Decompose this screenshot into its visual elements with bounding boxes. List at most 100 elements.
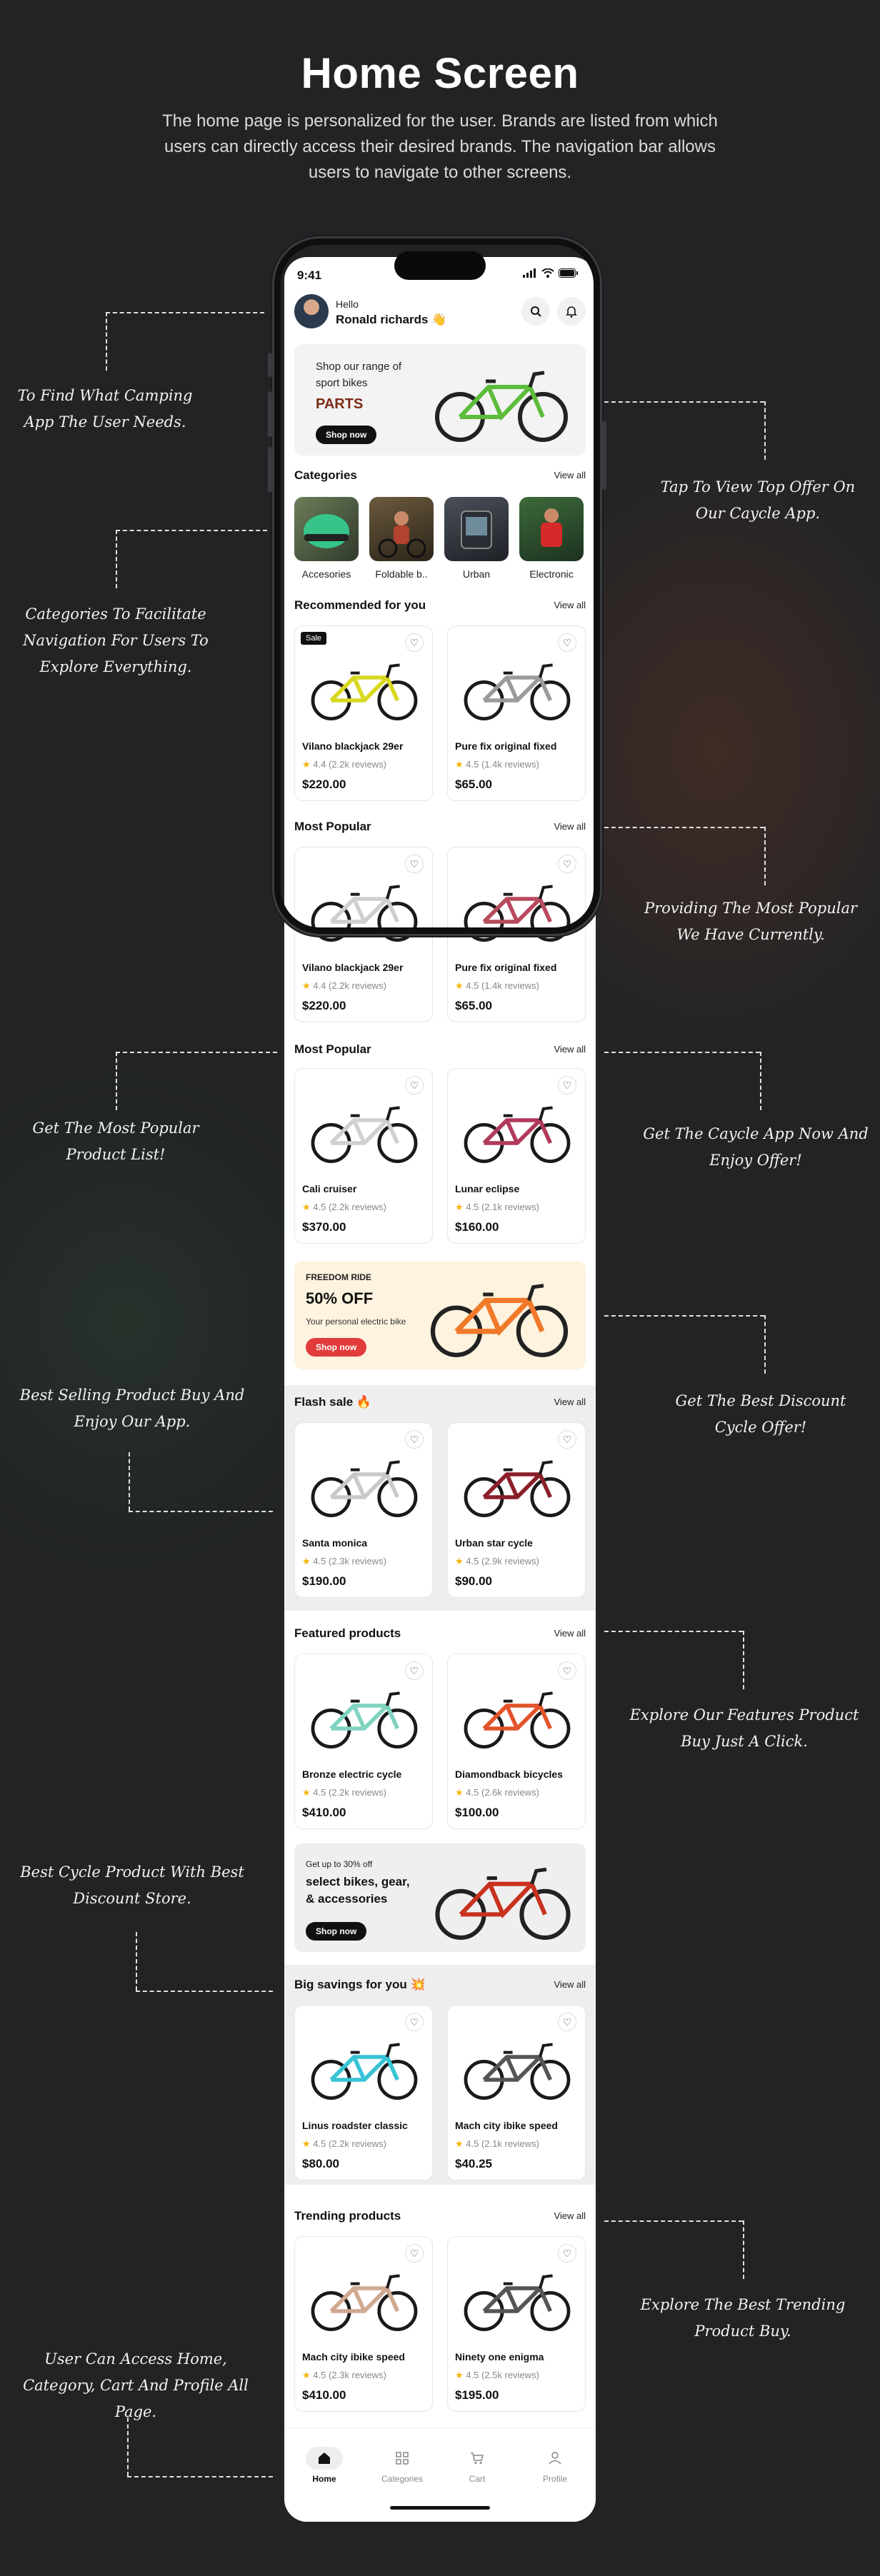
product-card[interactable]: ♡ Bronze electric cycle ★ 4.5 (2.2k review… bbox=[294, 1654, 433, 1829]
page-title: Home Screen bbox=[301, 49, 579, 97]
product-card[interactable]: ♡ Pure fix original fixed ★ 4.5 (1.4k revi… bbox=[447, 847, 586, 1022]
view-all-most-popular[interactable]: View all bbox=[554, 821, 586, 832]
product-rating: ★ 4.5 (2.2k reviews) bbox=[302, 1202, 386, 1213]
nav-label: Cart bbox=[469, 2474, 486, 2484]
review-count: (1.4k reviews) bbox=[481, 759, 539, 770]
nav-profile[interactable]: Profile bbox=[530, 2447, 580, 2484]
favorite-heart-icon[interactable]: ♡ bbox=[558, 855, 576, 873]
product-card[interactable]: ♡ Mach city ibike speed ★ 4.5 (2.1k review… bbox=[447, 2005, 586, 2180]
favorite-heart-icon[interactable]: ♡ bbox=[558, 1430, 576, 1449]
favorite-heart-icon[interactable]: ♡ bbox=[558, 633, 576, 652]
nav-home[interactable]: Home bbox=[299, 2447, 349, 2484]
star-icon: ★ bbox=[302, 2370, 314, 2380]
rating-value: 4.5 bbox=[466, 2138, 479, 2149]
product-rating: ★ 4.5 (2.3k reviews) bbox=[302, 2370, 386, 2381]
rating-value: 4.5 bbox=[313, 2370, 326, 2380]
favorite-heart-icon[interactable]: ♡ bbox=[405, 1076, 424, 1095]
category-item[interactable]: Foldable b.. bbox=[369, 497, 434, 580]
product-name: Diamondback bicycles bbox=[455, 1769, 563, 1780]
product-card[interactable]: ♡ Ninety one enigma ★ 4.5 (2.5k reviews) $1… bbox=[447, 2236, 586, 2412]
view-all-featured[interactable]: View all bbox=[554, 1628, 586, 1639]
category-item[interactable]: Urban bbox=[444, 497, 509, 580]
product-rating: ★ 4.4 (2.2k reviews) bbox=[302, 759, 386, 770]
star-icon: ★ bbox=[455, 759, 466, 770]
product-card[interactable]: ♡ Pure fix original fixed ★ 4.5 (1.4k revi… bbox=[447, 625, 586, 801]
avatar[interactable] bbox=[294, 294, 329, 328]
favorite-heart-icon[interactable]: ♡ bbox=[405, 2013, 424, 2031]
promo-banner-parts[interactable]: Shop our range of sport bikes PARTS Shop… bbox=[294, 344, 586, 456]
shop-now-button-red[interactable]: Shop now bbox=[306, 1338, 367, 1357]
user-name: Ronald richards 👋 bbox=[336, 313, 447, 326]
favorite-heart-icon[interactable]: ♡ bbox=[558, 1661, 576, 1680]
review-count: (2.2k reviews) bbox=[328, 1202, 386, 1212]
promo-bike-image bbox=[435, 371, 568, 442]
product-name: Ninety one enigma bbox=[455, 2351, 544, 2363]
greeting-header: Hello Ronald richards 👋 bbox=[294, 291, 586, 331]
nav-cart[interactable]: Cart bbox=[452, 2447, 502, 2484]
annotation-navigation: User Can Access Home, Category, Cart And… bbox=[23, 2350, 249, 2420]
review-count: (2.2k reviews) bbox=[328, 980, 386, 991]
favorite-heart-icon[interactable]: ♡ bbox=[405, 1661, 424, 1680]
category-item[interactable]: Electronic bbox=[519, 497, 584, 580]
notification-button[interactable] bbox=[557, 297, 586, 326]
star-icon: ★ bbox=[302, 980, 314, 991]
favorite-heart-icon[interactable]: ♡ bbox=[558, 2013, 576, 2031]
orange-bike-image bbox=[430, 1284, 569, 1357]
review-count: (2.2k reviews) bbox=[328, 759, 386, 770]
bike-image bbox=[464, 1691, 571, 1749]
wifi-icon bbox=[541, 268, 554, 278]
section-title-featured: Featured products bbox=[294, 1626, 401, 1640]
rating-value: 4.5 bbox=[466, 1202, 479, 1212]
star-icon: ★ bbox=[302, 759, 314, 770]
bike-image bbox=[311, 1106, 418, 1163]
review-count: (2.5k reviews) bbox=[481, 2370, 539, 2380]
favorite-heart-icon[interactable]: ♡ bbox=[405, 1430, 424, 1449]
foldable-bike-image bbox=[378, 511, 426, 558]
home-icon bbox=[319, 2452, 330, 2464]
view-all-categories[interactable]: View all bbox=[554, 470, 586, 481]
category-item[interactable]: Accesories bbox=[294, 497, 359, 580]
product-rating: ★ 4.5 (2.3k reviews) bbox=[302, 1556, 386, 1567]
promo-banner-gear[interactable]: Get up to 30% off select bikes, gear, & … bbox=[294, 1843, 586, 1952]
search-button[interactable] bbox=[521, 297, 550, 326]
shop-now-button[interactable]: Shop now bbox=[306, 1922, 367, 1941]
promo-banner-electric[interactable]: FREEDOM RIDE 50% OFF Your personal elect… bbox=[294, 1261, 586, 1369]
star-icon: ★ bbox=[455, 980, 466, 991]
status-time: 9:41 bbox=[297, 268, 322, 282]
star-icon: ★ bbox=[455, 1202, 466, 1212]
product-card[interactable]: ♡ Lunar eclipse ★ 4.5 (2.1k reviews) $160.0… bbox=[447, 1068, 586, 1244]
view-all-most-popular-2[interactable]: View all bbox=[554, 1044, 586, 1055]
view-all-recommended[interactable]: View all bbox=[554, 600, 586, 610]
promo-eyebrow: FREEDOM RIDE bbox=[306, 1272, 372, 1282]
rating-value: 4.5 bbox=[313, 1202, 326, 1212]
shop-now-button[interactable]: Shop now bbox=[316, 426, 377, 444]
nav-categories[interactable]: Categories bbox=[377, 2447, 427, 2484]
product-card[interactable]: ♡ Santa monica ★ 4.5 (2.3k reviews) $190.00 bbox=[294, 1422, 433, 1598]
product-price: $190.00 bbox=[302, 1574, 346, 1588]
product-name: Pure fix original fixed bbox=[455, 740, 557, 752]
product-card[interactable]: ♡ Vilano blackjack 29er ★ 4.4 (2.2k review… bbox=[294, 847, 433, 1022]
view-all-big-savings[interactable]: View all bbox=[554, 1979, 586, 1990]
product-card[interactable]: Sale ♡ Vilano blackjack 29er ★ 4.4 (2.2k re… bbox=[294, 625, 433, 801]
product-card[interactable]: ♡ Diamondback bicycles ★ 4.5 (2.6k reviews… bbox=[447, 1654, 586, 1829]
annotation-discount: Get The Best Discount Cycle Offer! bbox=[675, 1392, 846, 1436]
bike-image bbox=[311, 2274, 418, 2331]
product-rating: ★ 4.5 (2.6k reviews) bbox=[455, 1787, 539, 1798]
favorite-heart-icon[interactable]: ♡ bbox=[405, 633, 424, 652]
view-all-flash-sale[interactable]: View all bbox=[554, 1397, 586, 1407]
product-price: $410.00 bbox=[302, 2388, 346, 2402]
favorite-heart-icon[interactable]: ♡ bbox=[558, 2244, 576, 2263]
sale-badge: Sale bbox=[301, 632, 327, 645]
favorite-heart-icon[interactable]: ♡ bbox=[405, 855, 424, 873]
product-price: $195.00 bbox=[455, 2388, 499, 2402]
product-card[interactable]: ♡ Urban star cycle ★ 4.5 (2.9k reviews) $90… bbox=[447, 1422, 586, 1598]
favorite-heart-icon[interactable]: ♡ bbox=[558, 1076, 576, 1095]
product-card[interactable]: ♡ Linus roadster classic ★ 4.5 (2.2k revie… bbox=[294, 2005, 433, 2180]
product-card[interactable]: ♡ Mach city ibike speed ★ 4.5 (2.3k review… bbox=[294, 2236, 433, 2412]
section-title-most-popular-2: Most Popular bbox=[294, 1042, 371, 1056]
favorite-heart-icon[interactable]: ♡ bbox=[405, 2244, 424, 2263]
view-all-trending[interactable]: View all bbox=[554, 2210, 586, 2221]
product-rating: ★ 4.5 (1.4k reviews) bbox=[455, 759, 539, 770]
product-card[interactable]: ♡ Cali cruiser ★ 4.5 (2.2k reviews) $370.00 bbox=[294, 1068, 433, 1244]
rating-value: 4.4 bbox=[313, 759, 326, 770]
